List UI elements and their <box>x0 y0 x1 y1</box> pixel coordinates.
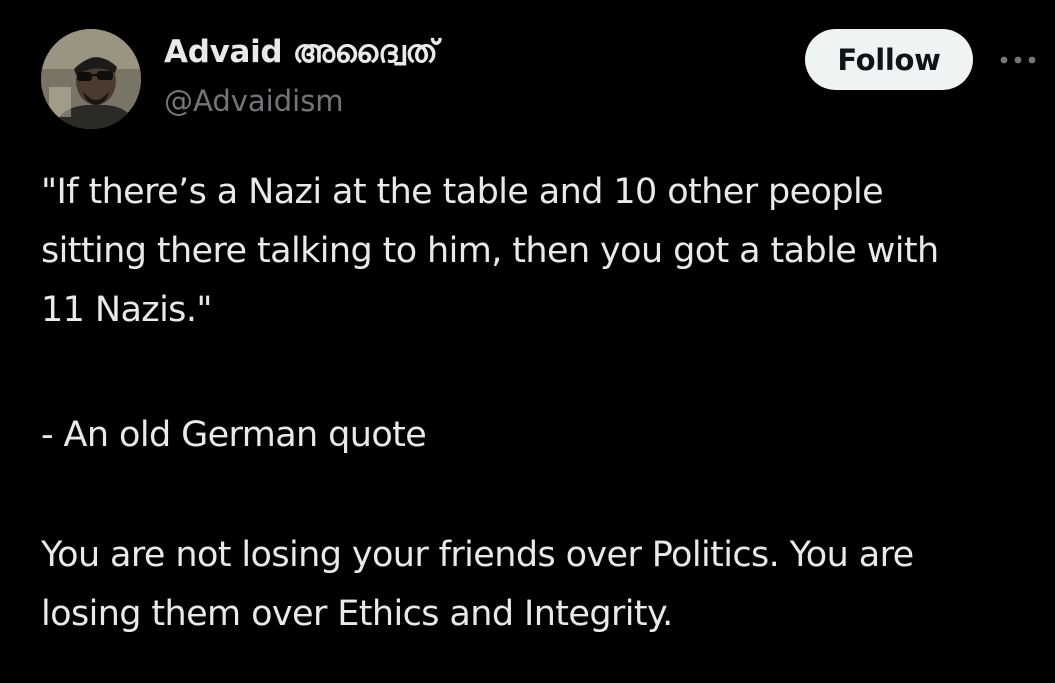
tweet-attribution-line: - An old German quote <box>41 415 427 455</box>
tweet-card: Advaid അദ്വൈത് @Advaidism Follow "If the… <box>0 0 1055 683</box>
tweet-comment-line: losing them over Ethics and Integrity. <box>41 594 673 634</box>
more-options-button[interactable] <box>996 46 1040 74</box>
follow-button[interactable]: Follow <box>805 29 973 90</box>
author-display-name[interactable]: Advaid അദ്വൈത് <box>164 34 438 71</box>
tweet-attribution: - An old German quote <box>41 406 1046 465</box>
tweet-quote: "If there’s a Nazi at the table and 10 o… <box>41 163 1046 340</box>
author-handle[interactable]: @Advaidism <box>164 84 344 118</box>
more-horizontal-icon <box>1000 56 1036 64</box>
tweet-comment: You are not losing your friends over Pol… <box>41 526 1046 644</box>
tweet-quote-line: sitting there talking to him, then you g… <box>41 231 939 271</box>
avatar[interactable] <box>41 29 141 129</box>
tweet-comment-line: You are not losing your friends over Pol… <box>41 535 914 575</box>
user-avatar-icon <box>41 29 141 129</box>
tweet-quote-line: "If there’s a Nazi at the table and 10 o… <box>41 172 884 212</box>
tweet-quote-line: 11 Nazis." <box>41 290 212 330</box>
